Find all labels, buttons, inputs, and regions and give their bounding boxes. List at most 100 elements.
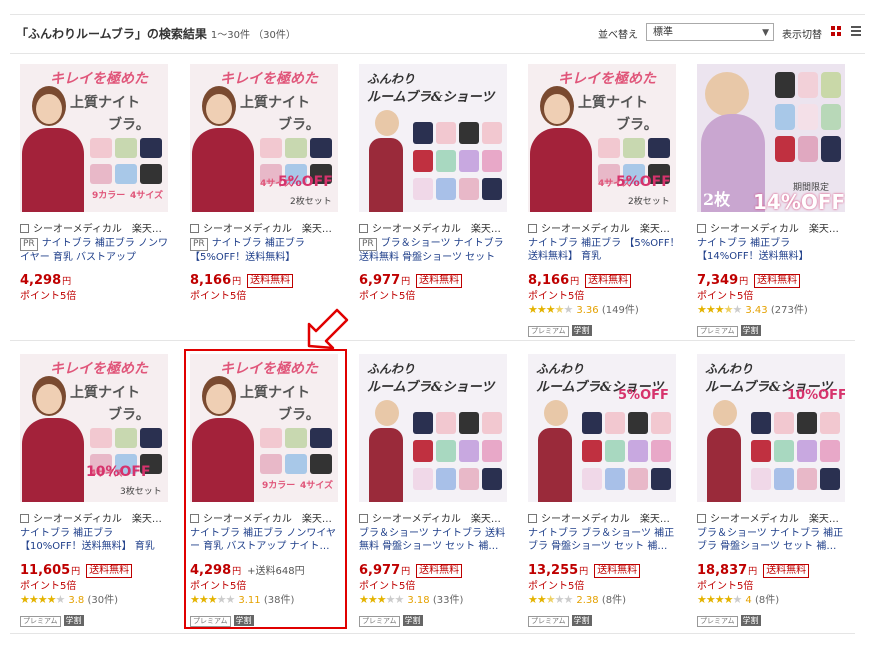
review-count[interactable]: (149件): [602, 305, 639, 316]
rating[interactable]: ★★★★★ 3.36 (149件): [528, 301, 639, 316]
empty-star-icon: ★: [732, 303, 743, 316]
shop-icon: [528, 514, 537, 523]
half-star-icon: ★: [723, 303, 734, 316]
ad-text: ふんわり: [367, 362, 416, 376]
sort-select[interactable]: 標準 ▼: [646, 23, 774, 41]
color-swatch: [797, 440, 817, 462]
product-name[interactable]: PR ナイトブラ 補正ブラ 【5%OFF！送料無料】: [190, 237, 342, 263]
rating[interactable]: ★★★★★ 3.43 (273件): [697, 301, 808, 316]
ad-text: 上質ナイト: [578, 95, 648, 111]
product-card[interactable]: ふんわり ルームブラ&ショーツ 5%OFF シーオーメディカル 楽天… ナイトブラ ブラ…: [528, 354, 690, 634]
product-image[interactable]: ふんわり ルームブラ&ショーツ: [359, 354, 507, 502]
product-card[interactable]: ふんわり ルームブラ&ショーツシーオーメディカル 楽天… ブラ＆ショーツ ナイトブラ…: [359, 354, 521, 634]
shop-icon: [697, 224, 706, 233]
color-swatch: [413, 412, 433, 434]
product-card[interactable]: キレイを極めた 上質ナイト ブラ。 4サイズ 5%OFF 2枚セットシーオーメディカル 楽…: [190, 64, 352, 344]
product-name[interactable]: ナイトブラ 補正ブラ 【14%OFF！送料無料】: [697, 237, 849, 263]
product-card[interactable]: キレイを極めた 上質ナイト ブラ。 4サイズ 10%OFF 3枚セットシーオーメディカル …: [20, 354, 182, 634]
pr-badge: PR: [20, 238, 38, 251]
rating[interactable]: ★★★★★ 3.8 (30件): [20, 591, 118, 606]
shop-name[interactable]: シーオーメディカル 楽天…: [359, 220, 514, 235]
point-multiplier: ポイント5倍: [697, 581, 754, 592]
review-count[interactable]: (33件): [433, 595, 464, 606]
star-icon: ★: [20, 593, 30, 606]
shop-name[interactable]: シーオーメディカル 楽天…: [190, 220, 345, 235]
list-view-icon[interactable]: [851, 26, 861, 36]
grid-view-icon[interactable]: [831, 26, 841, 36]
product-name[interactable]: ナイトブラ ブラ＆ショーツ 補正ブラ 骨盤ショーツ セット 補…: [528, 527, 680, 553]
product-image[interactable]: ふんわり ルームブラ&ショーツ: [359, 64, 507, 212]
yen-unit: 円: [401, 277, 411, 287]
color-swatch: [628, 440, 648, 462]
shop-name[interactable]: シーオーメディカル 楽天…: [697, 510, 852, 525]
review-count[interactable]: (30件): [87, 595, 118, 606]
point-multiplier: ポイント5倍: [528, 291, 585, 302]
yen-unit: 円: [401, 567, 411, 577]
shop-name[interactable]: シーオーメディカル 楽天…: [528, 220, 683, 235]
product-name[interactable]: ブラ＆ショーツ ナイトブラ 送料無料 骨盤ショーツ セット 補…: [359, 527, 511, 553]
product-name[interactable]: ナイトブラ 補正ブラ 【5%OFF！送料無料】 育乳: [528, 237, 680, 263]
model-figure: [22, 128, 84, 212]
product-image[interactable]: キレイを極めた 上質ナイト ブラ。 4サイズ 5%OFF 2枚セット: [190, 64, 338, 212]
yen-unit: 円: [62, 277, 72, 287]
star-icon: ★: [376, 593, 387, 606]
rating[interactable]: ★★★★★ 2.38 (8件): [528, 591, 626, 606]
chevron-down-icon: ▼: [762, 28, 769, 38]
product-name[interactable]: ブラ＆ショーツ ナイトブラ 補正ブラ 骨盤ショーツ セット 補…: [697, 527, 849, 553]
model-figure: [530, 128, 592, 212]
ad-text: 2枚セット: [290, 197, 332, 207]
color-swatch: [310, 138, 332, 158]
free-shipping-badge: 送料無料: [585, 274, 632, 288]
color-swatch: [751, 440, 771, 462]
price: 6,977: [359, 273, 401, 288]
model-figure: [22, 418, 84, 502]
rating[interactable]: ★★★★★ 4 (8件): [697, 591, 779, 606]
review-count[interactable]: (8件): [755, 595, 779, 606]
color-swatch: [820, 440, 840, 462]
student-discount-badge: 学割: [740, 325, 761, 336]
premium-badge: プレミアム: [697, 326, 738, 337]
product-card[interactable]: キレイを極めた 上質ナイト ブラ。 9カラー 4サイズシーオーメディカル 楽天… PR ナイ…: [20, 64, 182, 344]
product-card[interactable]: キレイを極めた 上質ナイト ブラ。 4サイズ 5%OFF 2枚セット シーオーメディカル 楽…: [528, 64, 690, 344]
model-figure: [707, 428, 741, 502]
review-count[interactable]: (8件): [602, 595, 626, 606]
shop-name[interactable]: シーオーメディカル 楽天…: [528, 510, 683, 525]
product-image[interactable]: ふんわり ルームブラ&ショーツ 5%OFF: [528, 354, 676, 502]
color-swatch: [459, 178, 479, 200]
product-image[interactable]: ふんわり ルームブラ&ショーツ 10%OFF: [697, 354, 845, 502]
shop-name[interactable]: シーオーメディカル 楽天…: [20, 220, 175, 235]
color-swatch: [436, 440, 456, 462]
product-name-text: ナイトブラ 補正ブラ 【5%OFF！送料無料】 育乳: [528, 238, 680, 262]
student-discount-badge: 学割: [571, 325, 592, 336]
price-row: 6,977円 送料無料: [359, 559, 463, 578]
product-card[interactable]: ふんわり ルームブラ&ショーツ 10%OFF シーオーメディカル 楽天… ブラ＆ショーツ…: [697, 354, 859, 634]
ad-text: キレイを極めた: [558, 71, 656, 87]
search-results-header: 「ふんわりルームブラ」の検索結果 1～30件 （30件） 並べ替え 標準 ▼ 表示…: [10, 14, 865, 54]
product-name[interactable]: ナイトブラ 補正ブラ 【10%OFF！送料無料】 育乳: [20, 527, 172, 553]
product-image[interactable]: キレイを極めた 上質ナイト ブラ。 4サイズ 5%OFF 2枚セット: [528, 64, 676, 212]
product-card[interactable]: 2枚 期間限定 14%OFF シーオーメディカル 楽天… ナイトブラ 補正ブラ 【14%…: [697, 64, 859, 344]
ad-text: 9カラー: [92, 191, 126, 201]
product-name-text: ブラ＆ショーツ ナイトブラ 送料無料 骨盤ショーツ セット 補…: [359, 528, 506, 552]
shop-name[interactable]: シーオーメディカル 楽天…: [20, 510, 175, 525]
color-swatch: [115, 164, 137, 184]
shop-name[interactable]: シーオーメディカル 楽天…: [697, 220, 852, 235]
product-card[interactable]: ふんわり ルームブラ&ショーツシーオーメディカル 楽天… PR ブラ＆ショーツ ナイト…: [359, 64, 521, 344]
color-swatch: [482, 468, 502, 490]
color-swatch: [140, 164, 162, 184]
rating-score: 3.36: [576, 305, 599, 316]
product-image[interactable]: キレイを極めた 上質ナイト ブラ。 4サイズ 10%OFF 3枚セット: [20, 354, 168, 502]
results-title: 「ふんわりルームブラ」の検索結果 1～30件 （30件）: [16, 25, 296, 42]
ad-text: ルームブラ&ショーツ: [367, 90, 495, 105]
shop-name[interactable]: シーオーメディカル 楽天…: [359, 510, 514, 525]
color-swatch: [482, 150, 502, 172]
star-icon: ★: [528, 303, 538, 316]
model-figure: [369, 138, 403, 212]
product-image[interactable]: 2枚 期間限定 14%OFF: [697, 64, 845, 212]
review-count[interactable]: (273件): [771, 305, 808, 316]
product-name[interactable]: PR ナイトブラ 補正ブラ ノンワイヤー 育乳 バストアップ: [20, 237, 172, 263]
rating[interactable]: ★★★★★ 3.18 (33件): [359, 591, 463, 606]
product-name[interactable]: PR ブラ＆ショーツ ナイトブラ 送料無料 骨盤ショーツ セット: [359, 237, 511, 263]
product-image[interactable]: キレイを極めた 上質ナイト ブラ。 9カラー 4サイズ: [20, 64, 168, 212]
rating-score: 2.38: [576, 595, 599, 606]
